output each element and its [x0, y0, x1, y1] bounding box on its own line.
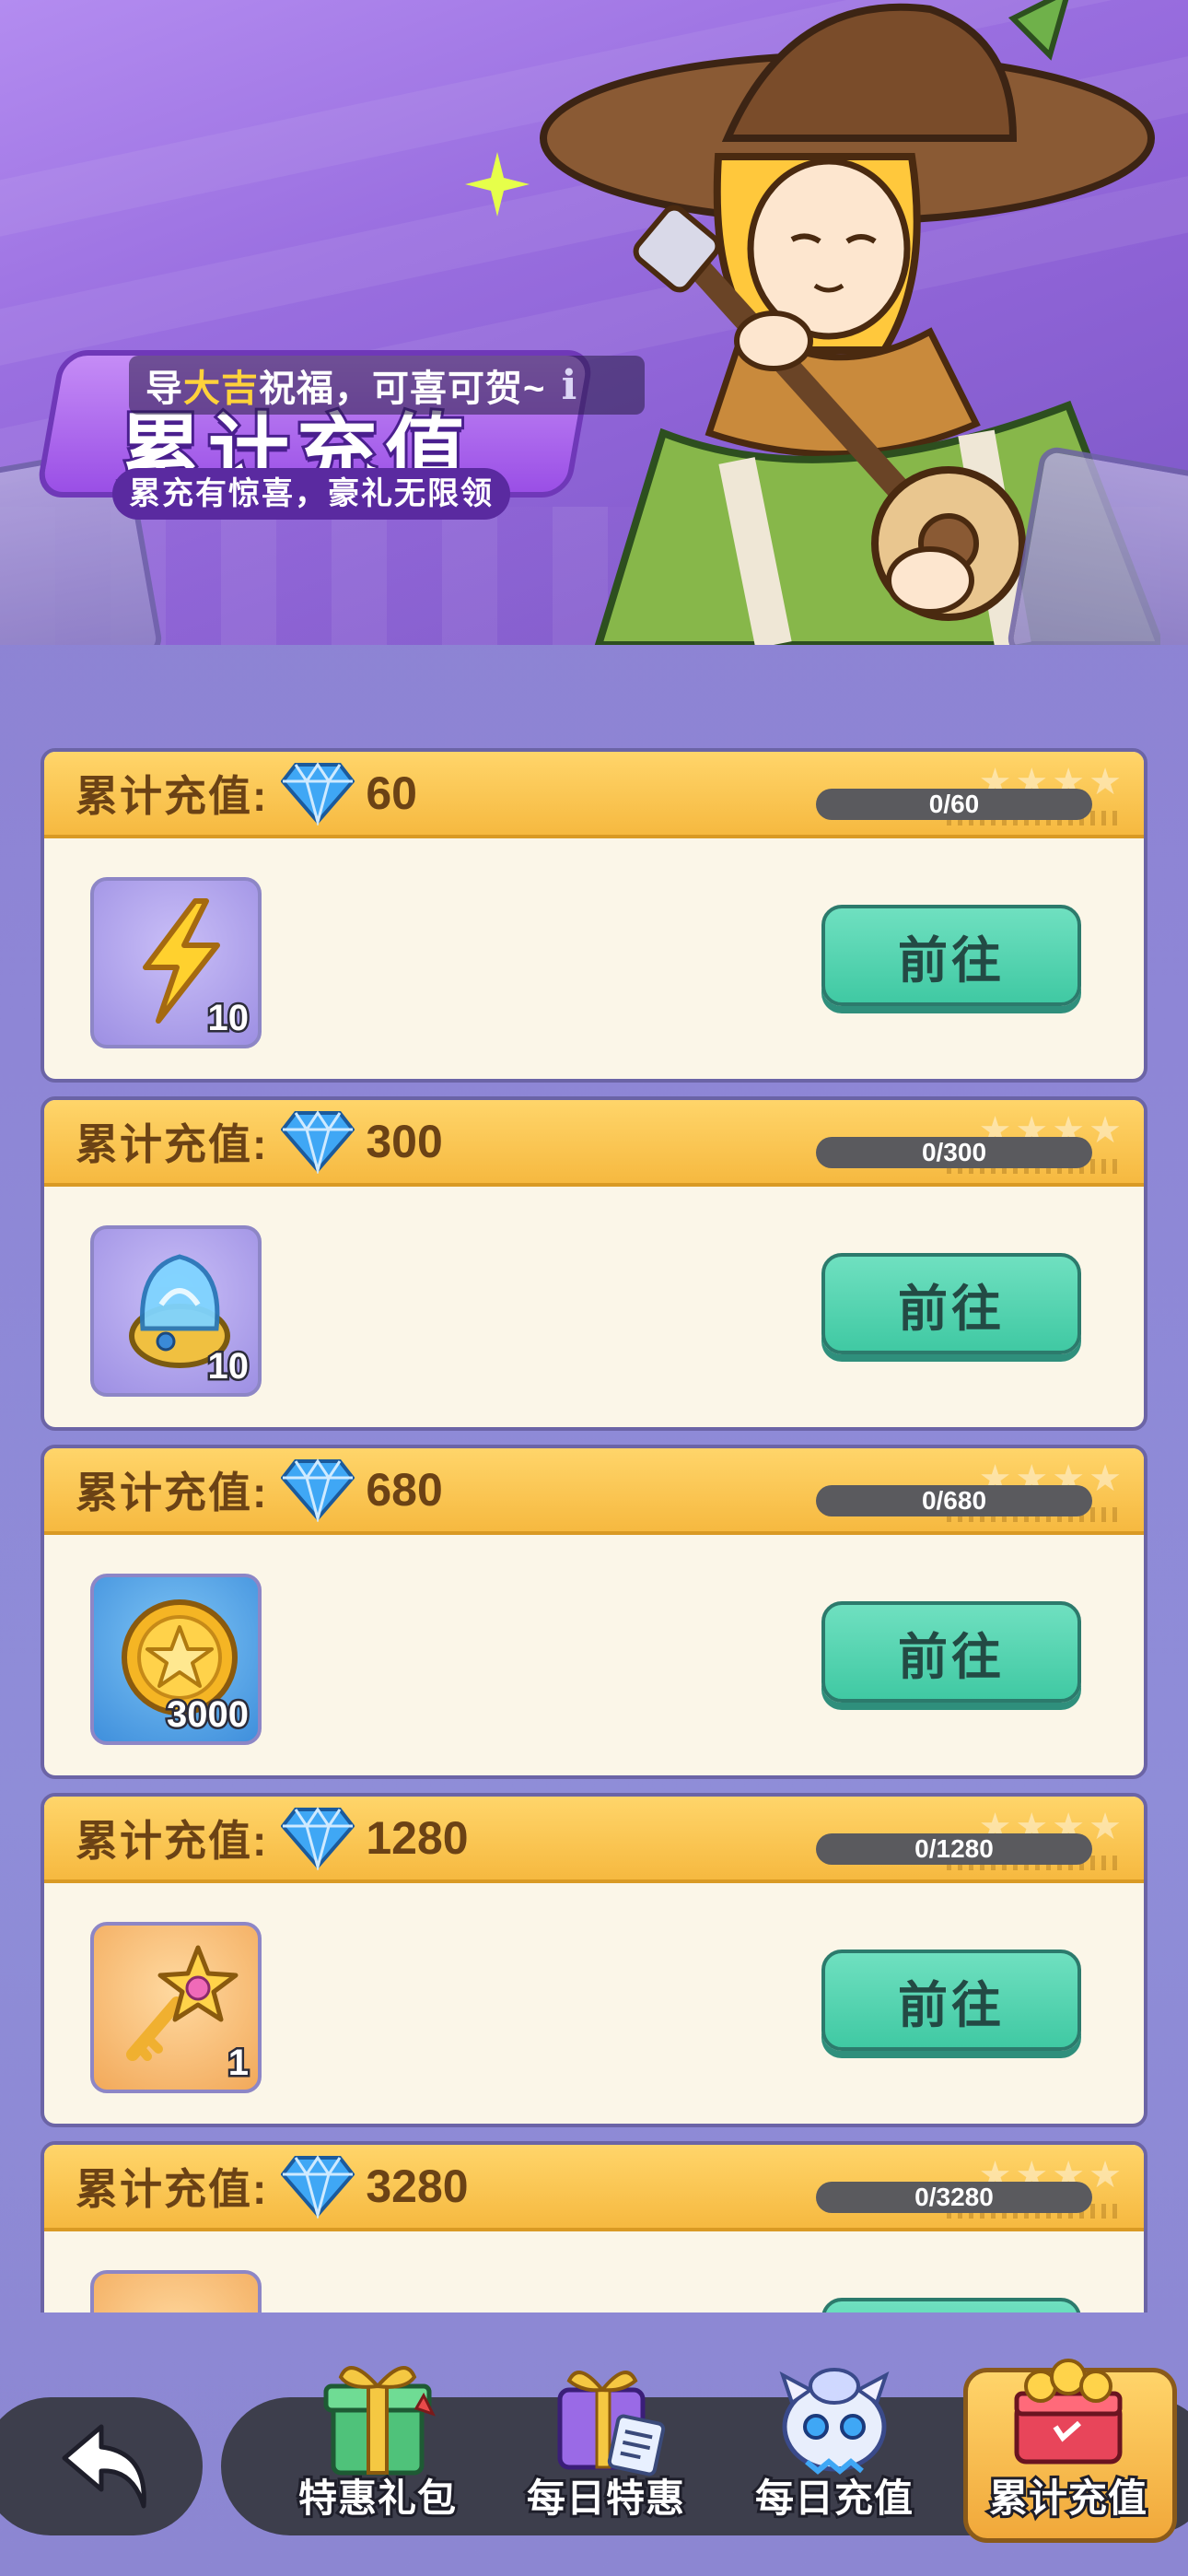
progress-text: 0/300: [921, 1138, 987, 1166]
progress-bar: 0/680: [816, 1485, 1092, 1516]
reward-item-slot[interactable]: 3000: [90, 1574, 262, 1745]
tab-label: 每日特惠: [524, 2474, 687, 2523]
diamond-icon: [281, 1458, 355, 1522]
marquee-highlight: 大吉: [183, 369, 259, 409]
tier-header: ★★★★ 累计充值: 1280 0/1280: [44, 1797, 1144, 1883]
tier-label: 累计充值:: [76, 1120, 269, 1168]
daily-deal-icon: [557, 2371, 666, 2476]
diamond-icon: [281, 1110, 355, 1174]
tab-daily-deal[interactable]: 每日特惠: [495, 2313, 716, 2576]
go-button[interactable]: 前往: [821, 1253, 1081, 1354]
progress-text: 0/3280: [914, 2183, 994, 2211]
tier-label: 累计充值:: [76, 1469, 269, 1516]
tier-header: ★★★★ 累计充值: 60 0/60: [44, 752, 1144, 838]
progress-bar: 0/60: [816, 789, 1092, 820]
progress-bar: 0/1280: [816, 1833, 1092, 1865]
marquee-prefix: 导: [146, 369, 183, 409]
gift-box-icon: [323, 2366, 436, 2476]
go-button[interactable]: 前往: [821, 905, 1081, 1006]
reward-item-slot[interactable]: 10: [90, 1225, 262, 1397]
back-button[interactable]: [0, 2397, 203, 2535]
tier-amount: 300: [366, 1116, 443, 1167]
tier-amount: 60: [366, 767, 417, 819]
tier-header: ★★★★ 累计充值: 3280 0/3280: [44, 2145, 1144, 2231]
reward-quantity: 1: [226, 2041, 250, 2086]
bottom-navigation: 特惠礼包 每日特惠 每日充值 累计充值: [0, 2313, 1188, 2576]
event-banner: [0, 0, 1188, 645]
tab-label: 特惠礼包: [296, 2474, 459, 2523]
tier-header: ★★★★ 累计充值: 680 0/680: [44, 1448, 1144, 1535]
reward-quantity: 10: [205, 1344, 250, 1389]
tier-amount: 1280: [366, 1812, 469, 1864]
diamond-icon: [281, 2155, 355, 2219]
progress-text: 0/1280: [914, 1834, 994, 1863]
reward-item-slot[interactable]: 10: [90, 877, 262, 1048]
diamond-icon: [281, 1807, 355, 1870]
tab-label: 累计充值: [986, 2474, 1149, 2523]
progress-text: 0/60: [928, 790, 980, 818]
tab-special-pack[interactable]: 特惠礼包: [267, 2313, 488, 2576]
marquee-suffix: 祝福，可喜可贺~: [259, 369, 546, 409]
tab-cumulative-recharge[interactable]: 累计充值: [958, 2313, 1179, 2576]
progress-text: 0/680: [921, 1486, 987, 1515]
recharge-tier-card: ★★★★ 累计充值: 300 0/300 10 前往: [41, 1096, 1147, 1431]
recharge-tier-card: ★★★★ 累计充值: 60 0/60 10 前往: [41, 748, 1147, 1083]
tier-header: ★★★★ 累计充值: 300 0/300: [44, 1100, 1144, 1187]
tier-amount: 3280: [366, 2160, 469, 2212]
progress-bar: 0/300: [816, 1137, 1092, 1168]
recharge-tier-card: ★★★★ 累计充值: 680 0/680 3000 前往: [41, 1445, 1147, 1779]
tier-label: 累计充值:: [76, 1817, 269, 1865]
daily-recharge-icon: [779, 2368, 890, 2475]
tier-label: 累计充值:: [76, 772, 269, 820]
go-button[interactable]: 前往: [821, 1950, 1081, 2051]
reward-quantity: 3000: [165, 1692, 251, 1738]
banner-subtitle: 累充有惊喜，豪礼无限领: [112, 468, 510, 520]
tier-amount: 680: [366, 1464, 443, 1516]
reward-quantity: 10: [205, 996, 250, 1041]
reward-item-slot[interactable]: [90, 2270, 262, 2313]
go-button[interactable]: 前往: [821, 1601, 1081, 1703]
tab-label: 每日充值: [752, 2474, 915, 2523]
cumulative-recharge-icon: [1014, 2359, 1123, 2465]
info-icon[interactable]: i: [553, 361, 586, 409]
reward-item-slot[interactable]: 1: [90, 1922, 262, 2093]
recharge-tier-list[interactable]: ★★★★ 累计充值: 60 0/60 10 前往 ★★★★ 累计充值: 300 …: [41, 748, 1147, 2313]
gift-icon: [111, 2285, 249, 2313]
tab-daily-recharge[interactable]: 每日充值: [724, 2313, 945, 2576]
diamond-icon: [281, 762, 355, 825]
go-button[interactable]: 前往: [821, 2298, 1081, 2313]
tier-label: 累计充值:: [76, 2165, 269, 2213]
back-arrow-icon: [62, 2424, 146, 2509]
recharge-tier-card: ★★★★ 累计充值: 3280 0/3280 前往: [41, 2141, 1147, 2313]
recharge-tier-card: ★★★★ 累计充值: 1280 0/1280 1 前往: [41, 1793, 1147, 2127]
progress-bar: 0/3280: [816, 2182, 1092, 2213]
